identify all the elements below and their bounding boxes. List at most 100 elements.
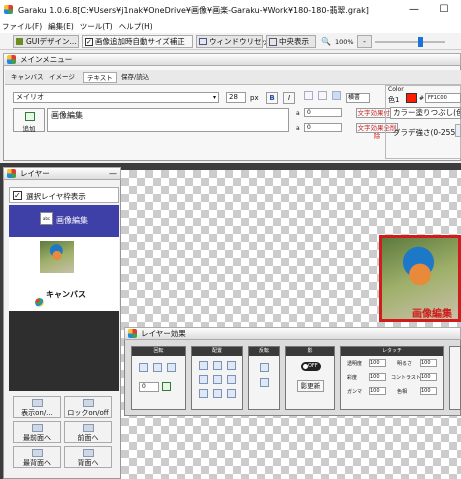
flip-group: 反転 [248,346,280,410]
orientation-select[interactable]: 横書 [346,93,370,103]
center-icon [269,38,277,46]
visibility-toggle-button[interactable]: 表示on/... [13,396,61,418]
align-bottom-left-icon[interactable] [199,389,208,398]
brightness-input[interactable]: 100 [420,359,437,367]
gradient-strength-input[interactable] [455,124,461,137]
maximize-button[interactable]: ☐ [437,3,451,17]
layer-item-image[interactable] [9,237,119,277]
rotate-reset-icon[interactable] [167,363,176,372]
menu-file[interactable]: ファイル(F) [2,21,42,32]
color-item-label: 色1 [388,96,400,104]
tab-text[interactable]: テキスト [83,72,117,83]
menu-tools[interactable]: ツール(T) [80,21,113,32]
back-icon [32,449,43,457]
saturation-input[interactable]: 100 [369,373,386,381]
char-spacing-icon: a [296,110,300,117]
forward-icon [83,424,94,432]
text-input[interactable]: 画像編集 [47,108,289,132]
zoom-out-button[interactable]: - [357,35,372,48]
bring-to-front-button[interactable]: 最前面へ [13,421,61,443]
rotate-group: 回転 0 [131,346,186,410]
char-spacing-input[interactable]: 0 [304,108,342,117]
title-bar: Garaku 1.0.6.8[C:¥Users¥j1nak¥OneDrive¥画… [0,0,461,20]
palette-icon [35,298,44,307]
align-left-icon[interactable] [304,91,313,100]
canvas-area[interactable] [121,170,461,479]
rotate-right-icon[interactable] [153,363,162,372]
gamma-input[interactable]: 100 [369,387,386,395]
bring-forward-button[interactable]: 前面へ [64,421,112,443]
zoom-slider-thumb[interactable] [418,37,424,47]
retouch-group: レタッチ 透明度 100 明るさ 100 彩度 100 コントラスト 100 ガ… [340,346,444,410]
toolbar: GUIデザイン... ✓ 画像追加時自動サイズ補正 ウィンドウリセット 中央表示… [0,33,461,50]
tab-image[interactable]: イメージ [46,72,78,83]
layer-list-empty [9,311,119,391]
menu-edit[interactable]: 編集(E) [48,21,74,32]
layer-item-label: キャンバス [46,290,86,299]
opacity-label: 透明度 [347,361,363,367]
color-swatch[interactable] [406,93,417,103]
hue-input[interactable]: 100 [420,387,437,395]
toggle-knob-icon [303,364,308,369]
italic-button[interactable]: I [283,92,295,104]
app-icon [4,5,13,14]
align-bottom-icon[interactable] [213,389,222,398]
panel-icon [7,55,16,64]
align-right-icon[interactable] [227,375,236,384]
minimize-icon[interactable]: — [109,168,117,180]
font-size-input[interactable]: 28 [226,92,246,103]
gradient-strength-label: グラデ強さ(0-255) [393,128,459,137]
contrast-input[interactable]: 100 [420,373,437,381]
canvas-text-layer[interactable]: 画像編集 [412,305,452,320]
window-reset-button[interactable]: ウィンドウリセット [196,35,277,48]
rotate-angle-input[interactable]: 0 [139,382,159,392]
send-backward-button[interactable]: 背面へ [64,446,112,468]
send-to-back-button[interactable]: 最背面へ [13,446,61,468]
line-spacing-input[interactable]: 0 [304,123,342,132]
window-icon [199,38,207,45]
line-spacing-icon: a [296,125,300,132]
auto-resize-toggle[interactable]: ✓ 画像追加時自動サイズ補正 [82,35,193,48]
gui-design-button[interactable]: GUIデザイン... [13,35,79,48]
font-name-select[interactable]: メイリオ ▾ [13,92,219,103]
align-top-left-icon[interactable] [199,361,208,370]
align-bottom-right-icon[interactable] [227,389,236,398]
minimize-button[interactable]: — [407,3,421,17]
lock-toggle-button[interactable]: ロックon/off [64,396,112,418]
tab-canvas[interactable]: キャンバス [8,72,47,83]
canvas-selected-layer[interactable]: 画像編集 [379,235,461,322]
shadow-update-button[interactable]: 影更新 [297,380,324,392]
backward-icon [83,449,94,457]
opacity-input[interactable]: 100 [369,359,386,367]
color-mode-select[interactable]: カラー塗りつぶし(色1) [390,107,461,119]
rotate-left-icon[interactable] [139,363,148,372]
effects-overflow-group [449,346,461,410]
flip-horizontal-icon[interactable] [260,378,269,387]
center-view-button[interactable]: 中央表示 [266,35,316,48]
align-center-icon[interactable] [318,91,327,100]
rotate-apply-icon[interactable] [162,382,171,391]
menu-help[interactable]: ヘルプ(H) [119,21,153,32]
layer-panel-header: レイヤー — [3,167,121,180]
align-top-icon[interactable] [213,361,222,370]
text-layer-icon: abc [40,212,53,225]
align-top-right-icon[interactable] [227,361,236,370]
layer-item-canvas[interactable]: キャンバス [9,277,119,311]
align-center-icon[interactable] [213,375,222,384]
shadow-toggle[interactable]: OFF [301,362,321,371]
zoom-slider-track[interactable] [375,41,445,43]
font-unit-label: px [250,94,259,102]
tab-save-load[interactable]: 保存/読込 [118,72,152,83]
saturation-label: 彩度 [347,375,358,381]
add-text-button[interactable]: 追加 [13,108,45,133]
checkbox-icon: ✓ [13,191,22,200]
add-icon [25,112,35,121]
selection-frame-toggle[interactable]: ✓ 選択レイヤ枠表示 [9,187,119,203]
layer-item-text[interactable]: abc 画像編集 [9,205,119,237]
align-right-icon[interactable] [332,91,341,100]
window-title: Garaku 1.0.6.8[C:¥Users¥j1nak¥OneDrive¥画… [18,5,369,15]
bold-button[interactable]: B [266,92,278,104]
align-left-icon[interactable] [199,375,208,384]
color-hex-input[interactable]: FF1C00 [425,93,461,103]
flip-vertical-icon[interactable] [260,363,269,372]
